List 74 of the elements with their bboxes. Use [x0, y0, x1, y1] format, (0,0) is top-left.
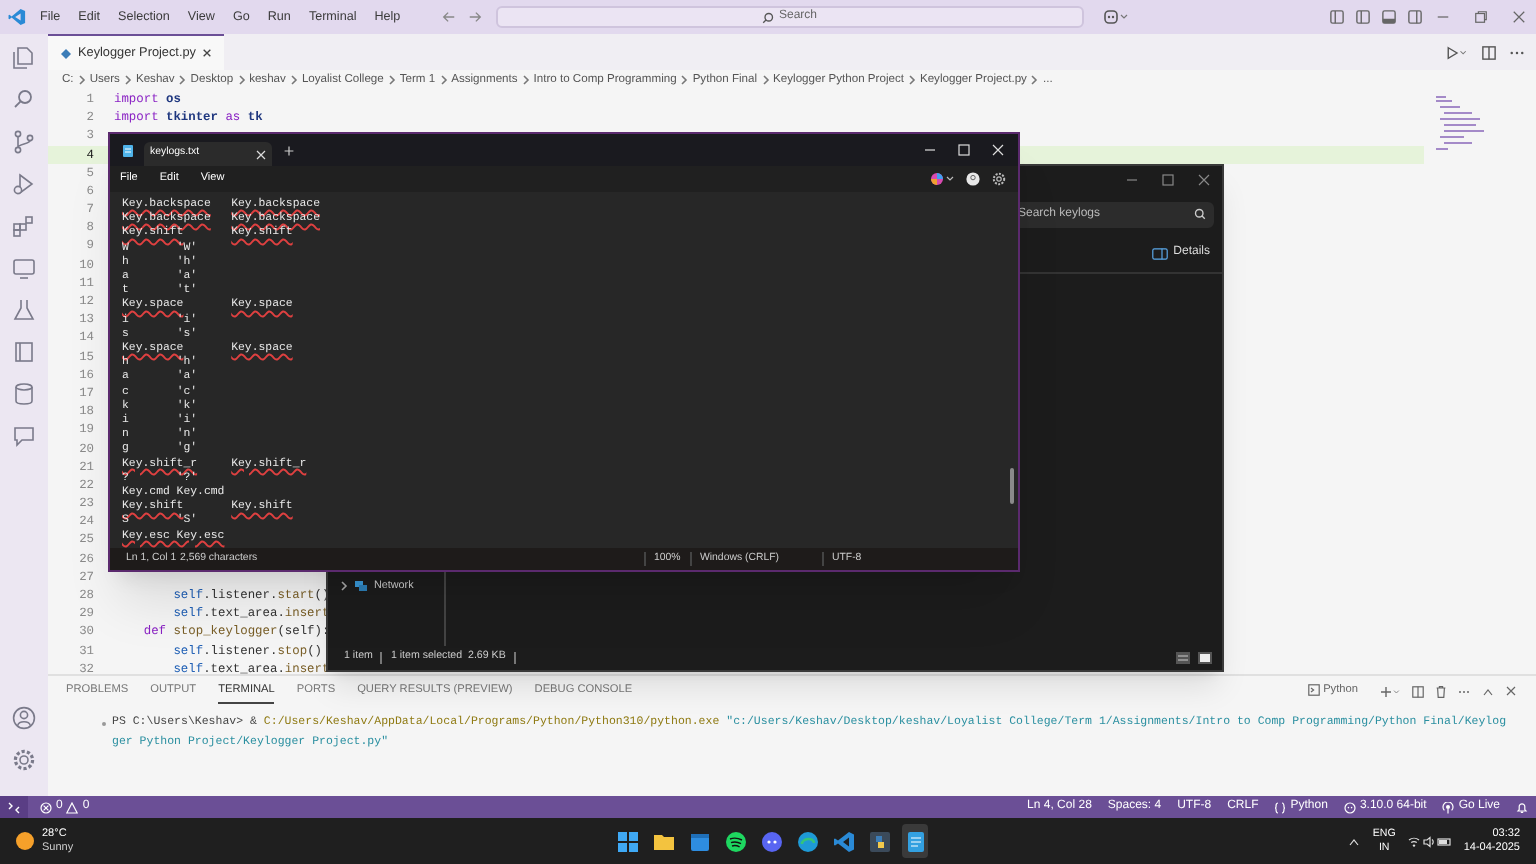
chevron-icon — [289, 74, 298, 86]
folder-icon — [651, 829, 675, 853]
logo-icon — [8, 8, 26, 26]
split-icon[interactable] — [1412, 685, 1424, 697]
more-icon[interactable] — [1510, 49, 1524, 55]
network-icon — [354, 579, 368, 592]
panel-icon[interactable] — [1382, 10, 1396, 24]
system-tray-icon[interactable] — [1407, 835, 1452, 847]
monitor-icon[interactable] — [12, 256, 36, 280]
chevron-icon — [680, 74, 689, 86]
chevron-icon — [387, 74, 396, 86]
chevron-icon — [1030, 74, 1039, 86]
error-icon — [40, 801, 52, 813]
remote-icon[interactable] — [8, 801, 20, 813]
braces-icon — [1274, 801, 1287, 813]
code-editor-icon — [831, 829, 855, 853]
warning-icon — [66, 801, 79, 813]
avatar-icon[interactable] — [966, 172, 980, 186]
sidebar-icon[interactable] — [1356, 10, 1370, 24]
chevron-icon — [237, 74, 246, 86]
bot-icon[interactable] — [1343, 801, 1356, 813]
flask-icon[interactable] — [12, 298, 36, 322]
assistant-icon[interactable] — [1104, 10, 1128, 24]
chevron-icon — [77, 74, 86, 86]
split-editor-icon[interactable] — [1482, 45, 1496, 59]
assistant-icon[interactable] — [930, 172, 954, 186]
calendar-icon — [687, 829, 711, 853]
forward-arrow-icon[interactable] — [468, 10, 482, 24]
broadcast-icon — [1442, 801, 1455, 813]
chevron-icon — [123, 74, 132, 86]
sun-icon — [14, 830, 36, 852]
chevron-icon — [521, 74, 530, 86]
layout-icon[interactable] — [1330, 10, 1344, 24]
restore-icon[interactable] — [1474, 10, 1488, 24]
close-icon[interactable] — [201, 48, 212, 58]
database-icon[interactable] — [12, 382, 36, 406]
search-icon — [1194, 208, 1206, 220]
book-icon[interactable] — [12, 340, 36, 364]
sidebar-icon[interactable] — [1408, 10, 1422, 24]
blocks-icon[interactable] — [12, 214, 36, 238]
minimize-icon[interactable] — [924, 144, 936, 156]
command-marker-icon — [102, 722, 106, 726]
chevron-icon — [340, 579, 348, 592]
taskbar-app-button[interactable] — [902, 824, 928, 858]
minimap-drawing — [1436, 94, 1484, 154]
maximize-icon[interactable] — [1162, 174, 1174, 186]
run-icon[interactable] — [1446, 45, 1468, 59]
windows-icon — [615, 829, 639, 853]
chevron-icon — [907, 74, 916, 86]
tile-view-icon[interactable] — [1198, 652, 1212, 664]
account-icon[interactable] — [12, 706, 36, 730]
files-icon[interactable] — [12, 46, 36, 70]
plus-icon[interactable] — [1380, 685, 1400, 697]
chevron-icon — [178, 74, 187, 86]
minimize-icon[interactable] — [1126, 174, 1138, 186]
branch-icon[interactable] — [12, 130, 36, 154]
trash-icon[interactable] — [1436, 685, 1446, 697]
chat-icon[interactable] — [12, 424, 36, 448]
notepad-icon — [903, 829, 927, 853]
search-icon[interactable] — [12, 88, 36, 112]
plus-icon[interactable] — [284, 145, 294, 155]
chevron-icon — [761, 74, 770, 86]
settings-icon[interactable] — [992, 172, 1006, 186]
search-icon — [762, 11, 775, 23]
notepad-icon — [122, 143, 134, 157]
music-circle-icon — [723, 829, 747, 853]
terminal-icon — [1307, 684, 1320, 697]
chevron-icon — [439, 74, 448, 86]
run-icon[interactable] — [12, 172, 36, 196]
panel-icon — [1151, 247, 1168, 259]
scrollbar-thumb[interactable] — [1010, 468, 1014, 504]
back-arrow-icon[interactable] — [442, 10, 456, 24]
bell-icon[interactable] — [1516, 801, 1528, 813]
python-file-icon — [60, 47, 72, 59]
